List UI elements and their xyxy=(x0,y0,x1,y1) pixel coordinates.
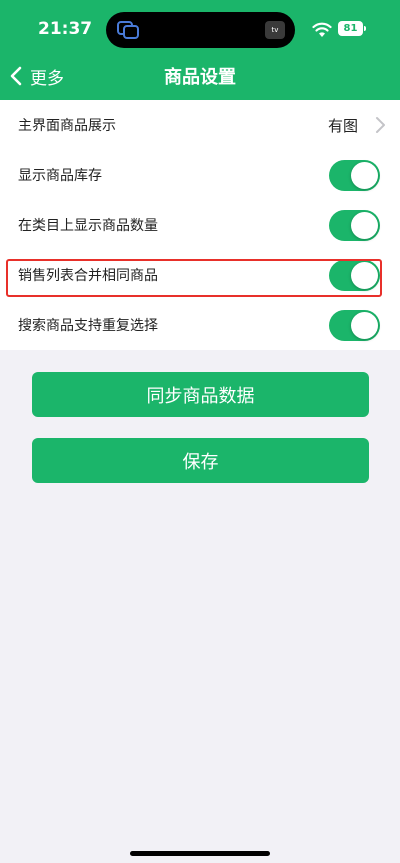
overlapping-windows-icon xyxy=(117,21,139,39)
setting-row-repeat-select: 搜索商品支持重复选择 xyxy=(0,300,400,350)
toggle-knob xyxy=(351,262,378,289)
top-bar: 21:37 tv 81 更多 商品设置 xyxy=(0,0,400,100)
setting-row-home-display[interactable]: 主界面商品展示 有图 xyxy=(0,100,400,150)
toggle-knob xyxy=(351,162,378,189)
dynamic-island: tv xyxy=(106,12,295,48)
toggle-knob xyxy=(351,312,378,339)
setting-label: 销售列表合并相同商品 xyxy=(18,268,158,284)
setting-value: 有图 xyxy=(327,116,358,135)
chevron-right-icon xyxy=(376,117,385,133)
setting-label: 显示商品库存 xyxy=(18,168,102,184)
show-stock-toggle[interactable] xyxy=(329,160,380,191)
page-title: 商品设置 xyxy=(164,67,236,88)
setting-row-merge-same-items: 销售列表合并相同商品 xyxy=(0,250,400,300)
setting-label: 在类目上显示商品数量 xyxy=(18,218,158,234)
category-count-toggle[interactable] xyxy=(329,210,380,241)
apple-tv-icon: tv xyxy=(265,21,285,39)
wifi-icon xyxy=(312,22,332,37)
battery-icon: 81 xyxy=(338,21,366,36)
merge-same-items-toggle[interactable] xyxy=(329,260,380,291)
status-time: 21:37 xyxy=(38,19,93,39)
setting-row-show-stock: 显示商品库存 xyxy=(0,150,400,200)
setting-row-category-count: 在类目上显示商品数量 xyxy=(0,200,400,250)
home-indicator xyxy=(130,851,270,856)
setting-label: 搜索商品支持重复选择 xyxy=(18,318,158,334)
sync-products-button[interactable]: 同步商品数据 xyxy=(32,372,369,417)
setting-label: 主界面商品展示 xyxy=(18,118,116,134)
toggle-knob xyxy=(351,212,378,239)
settings-list: 主界面商品展示 有图 显示商品库存 在类目上显示商品数量 销售列表合并相同商品 … xyxy=(0,100,400,350)
save-button[interactable]: 保存 xyxy=(32,438,369,483)
repeat-select-toggle[interactable] xyxy=(329,310,380,341)
